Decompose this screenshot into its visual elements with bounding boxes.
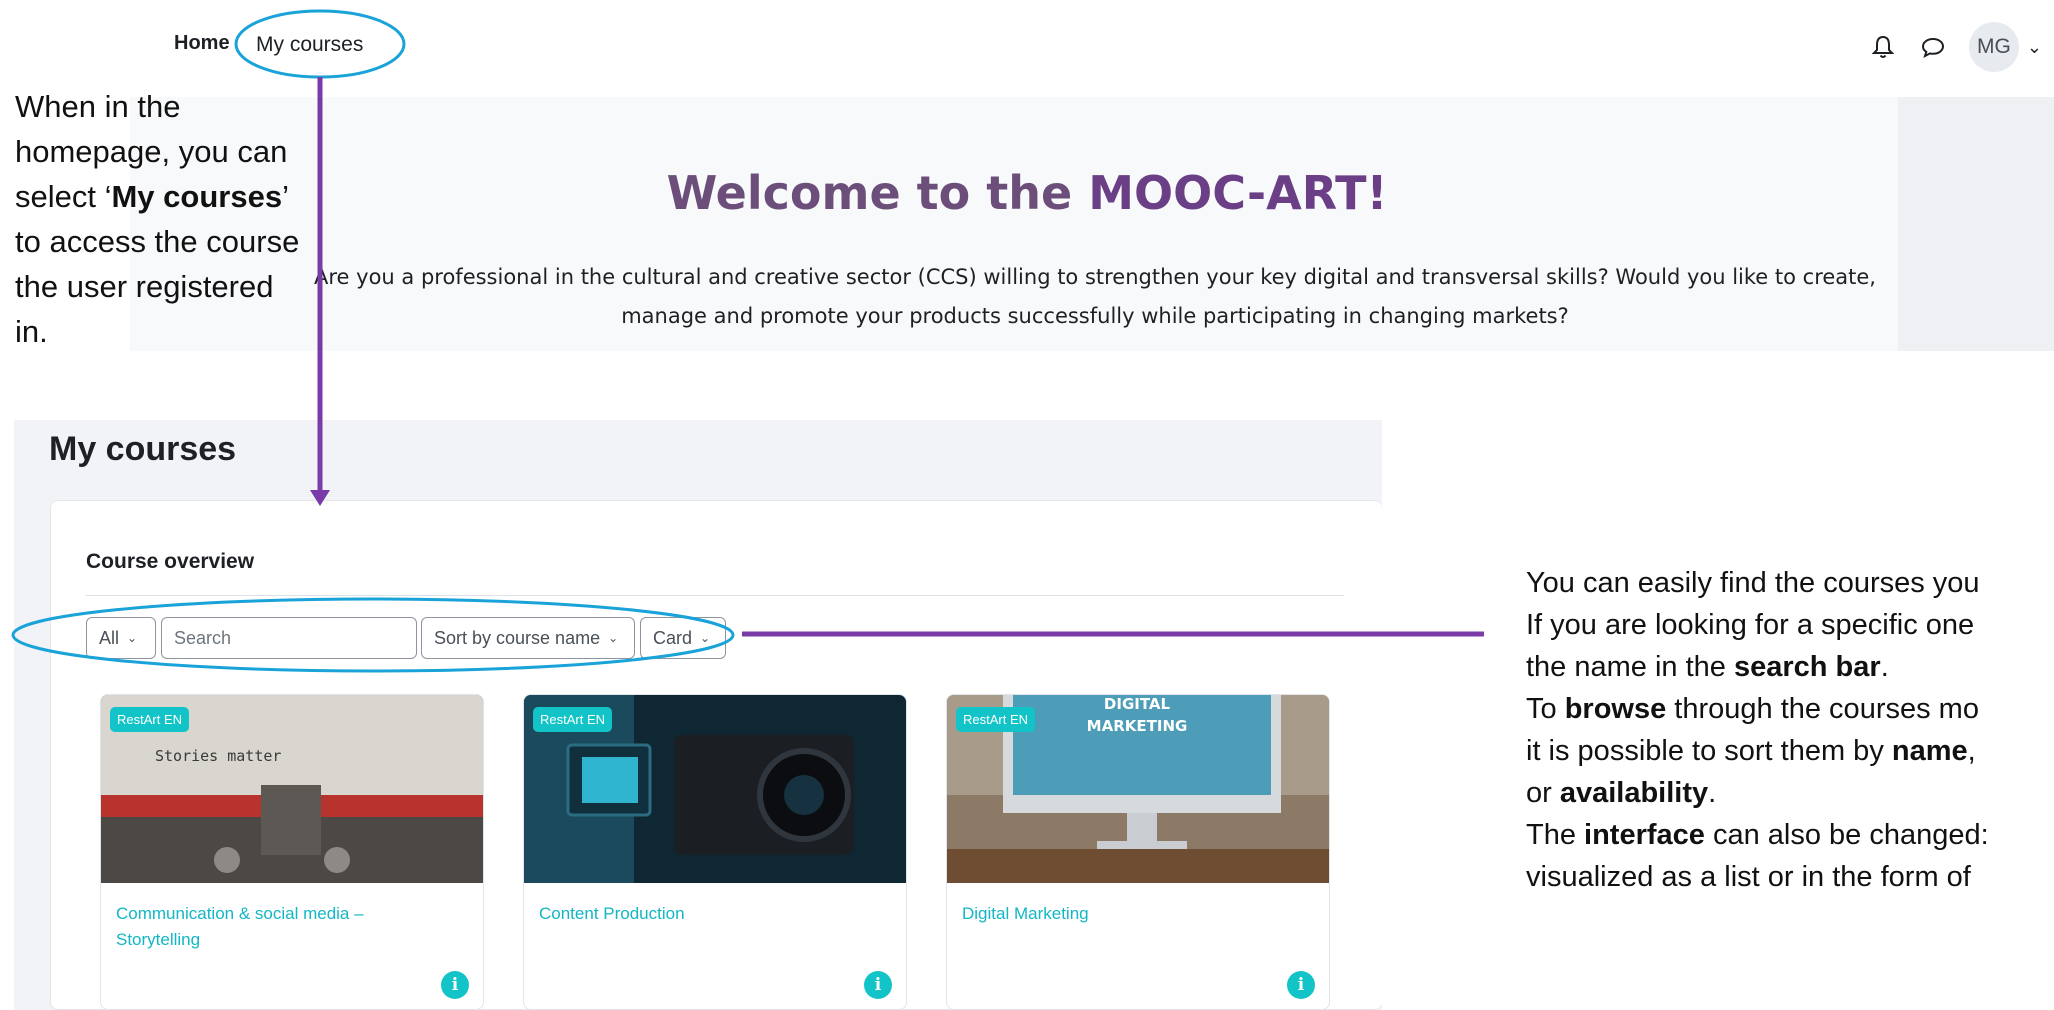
bell-icon[interactable]	[1869, 33, 1897, 61]
course-overview-heading: Course overview	[86, 550, 255, 573]
divider	[86, 595, 1344, 596]
welcome-description: Are you a professional in the cultural a…	[314, 265, 1876, 328]
annotation-text: the name in the	[1526, 651, 1734, 683]
course-category-badge: RestArt EN	[110, 707, 190, 732]
annotation-line: it is possible to sort them by name,	[1526, 730, 2054, 772]
welcome-banner-side	[1898, 97, 2054, 351]
view-dropdown[interactable]: Card ⌄	[640, 617, 726, 659]
annotation-text: You can easily find the courses you	[1526, 567, 1980, 599]
annotation-line: The interface can also be changed:	[1526, 814, 2054, 856]
course-title-link[interactable]: Communication & social media – Storytell…	[116, 901, 446, 953]
annotation-right-note: You can easily find the courses you If y…	[1526, 562, 2054, 898]
nav-my-courses-link[interactable]: My courses	[256, 33, 363, 57]
top-navbar: Home My courses MG ⌄	[0, 0, 2054, 92]
welcome-title-brand: MOOC-ART!	[1088, 166, 1388, 220]
search-input[interactable]: Search	[161, 617, 417, 659]
info-icon[interactable]: i	[864, 971, 892, 999]
annotation-text: visualized as a list or in the form of	[1526, 861, 1971, 893]
chevron-down-icon: ⌄	[700, 631, 711, 645]
search-placeholder: Search	[174, 627, 232, 648]
course-category-badge: RestArt EN	[956, 707, 1036, 732]
image-caption-2: MARKETING	[1087, 717, 1188, 735]
annotation-line: To browse through the courses mo	[1526, 688, 2054, 730]
annotation-bold: browse	[1564, 693, 1667, 725]
annotation-text: through the courses mo	[1666, 693, 1979, 725]
sort-value: Sort by course name	[434, 627, 601, 648]
info-icon[interactable]: i	[441, 971, 469, 999]
grouping-dropdown[interactable]: All ⌄	[86, 617, 156, 659]
annotation-text: or	[1526, 777, 1560, 809]
chevron-down-icon[interactable]: ⌄	[2027, 37, 2042, 58]
user-avatar[interactable]: MG	[1968, 22, 2019, 72]
course-title-link[interactable]: Digital Marketing	[962, 901, 1292, 927]
annotation-text: can also be changed:	[1704, 819, 1989, 851]
annotation-line: You can easily find the courses you	[1526, 562, 2054, 604]
annotation-line: the name in the search bar.	[1526, 646, 2054, 688]
course-category-badge: RestArt EN	[533, 707, 613, 732]
annotation-bold: availability	[1559, 777, 1709, 809]
annotation-text: it is possible to sort them by	[1526, 735, 1892, 767]
chevron-down-icon: ⌄	[608, 631, 619, 645]
annotation-bold: interface	[1584, 819, 1705, 851]
chat-bubble-icon[interactable]	[1919, 33, 1947, 61]
course-card[interactable]: RestArt EN Content Production i	[523, 694, 907, 1010]
annotation-text: ,	[1967, 735, 1976, 767]
annotation-text: If you are looking for a specific one	[1526, 609, 1975, 641]
welcome-title-prefix: Welcome to the	[666, 166, 1089, 220]
annotation-bold: name	[1891, 735, 1968, 767]
course-title-link[interactable]: Content Production	[539, 901, 869, 927]
annotation-line: visualized as a list or in the form of	[1526, 856, 2054, 898]
course-card[interactable]: DIGITAL MARKETING RestArt EN Digital Mar…	[946, 694, 1330, 1010]
nav-home-link[interactable]: Home	[174, 32, 230, 55]
annotation-line: If you are looking for a specific one	[1526, 604, 2054, 646]
annotation-line: or availability.	[1526, 772, 2054, 814]
annotation-bold: search bar	[1733, 651, 1881, 683]
annotation-text: .	[1708, 777, 1717, 809]
welcome-title: Welcome to the MOOC-ART!	[0, 166, 2054, 220]
image-caption: Stories matter	[155, 747, 281, 765]
annotation-text: .	[1880, 651, 1889, 683]
chevron-down-icon: ⌄	[127, 631, 138, 645]
page-title: My courses	[49, 430, 237, 468]
annotation-left-bold: My courses	[111, 179, 283, 214]
image-caption-1: DIGITAL	[1104, 695, 1171, 713]
grouping-value: All	[99, 627, 120, 648]
info-icon[interactable]: i	[1287, 971, 1315, 999]
annotation-left-note: When in the homepage, you can select ‘My…	[15, 84, 305, 354]
sort-dropdown[interactable]: Sort by course name ⌄	[421, 617, 635, 659]
navbar-user-area: MG ⌄	[1869, 22, 2042, 72]
annotation-text: To	[1526, 693, 1565, 725]
view-value: Card	[653, 627, 693, 648]
annotation-text: The	[1526, 819, 1585, 851]
course-card[interactable]: Stories matter RestArt EN Communication …	[100, 694, 484, 1010]
